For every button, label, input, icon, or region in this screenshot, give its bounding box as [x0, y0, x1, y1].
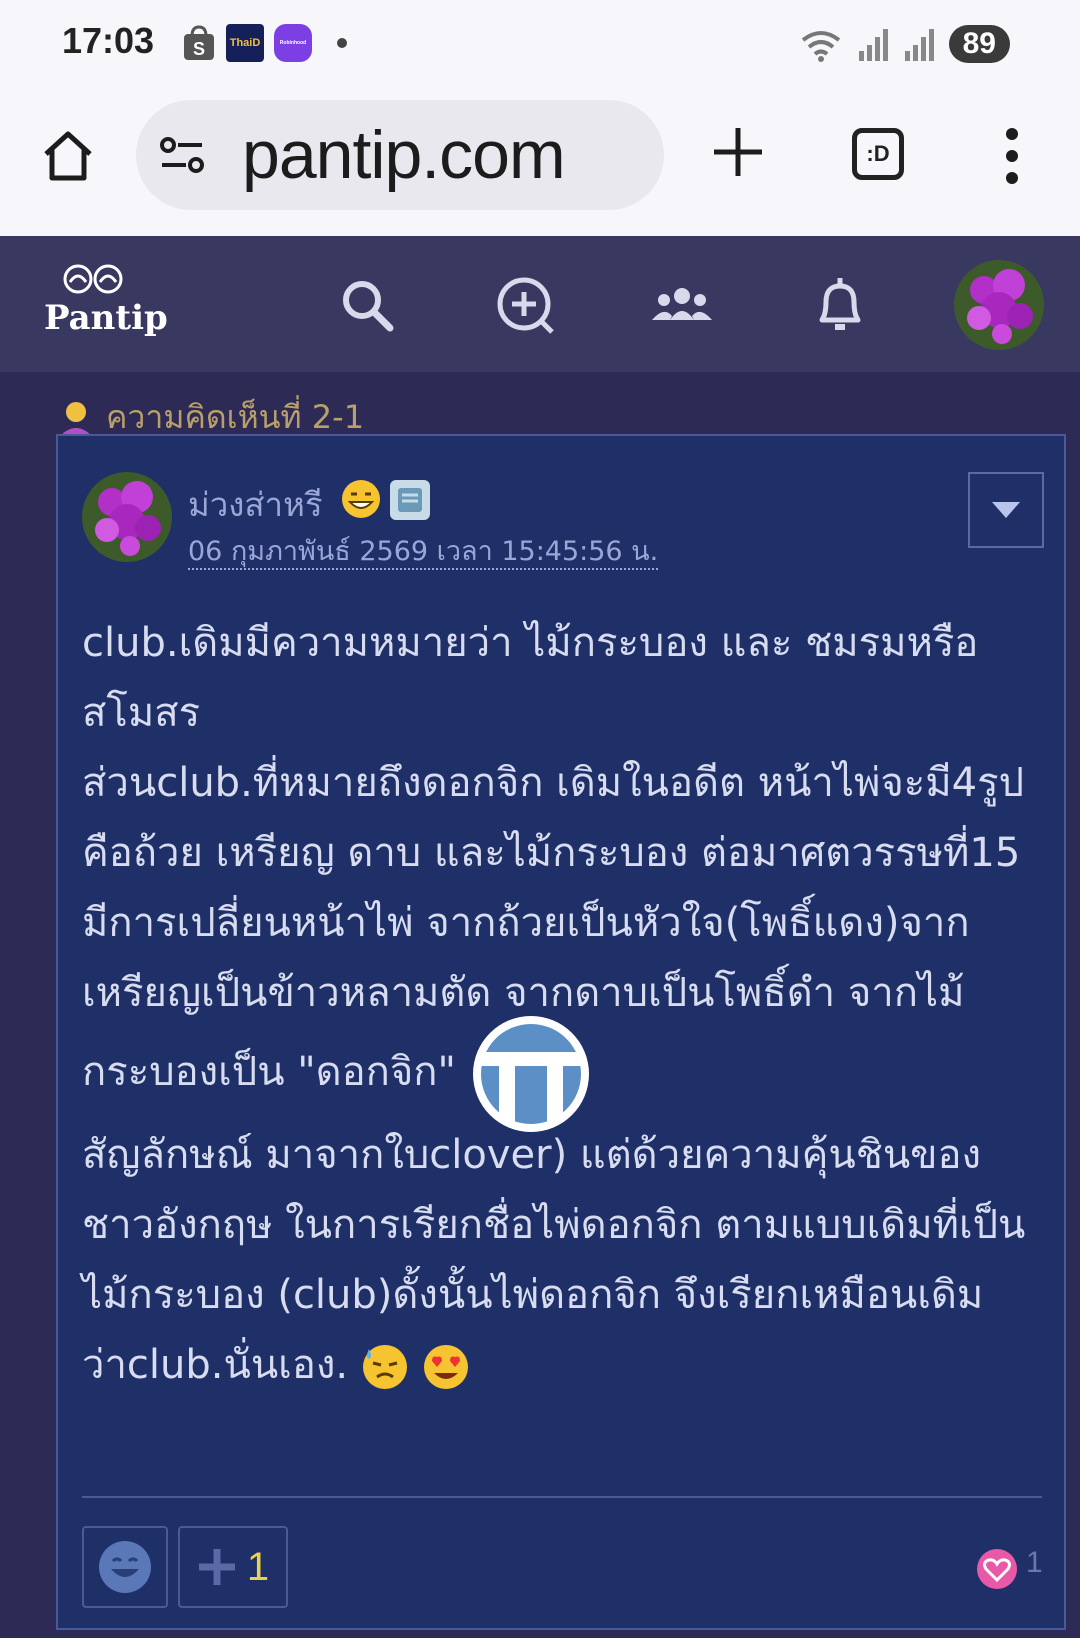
tab-switcher-button[interactable]: :D — [852, 128, 904, 180]
new-topic-icon[interactable] — [494, 274, 558, 338]
chevron-down-icon — [992, 502, 1020, 518]
browser-toolbar: pantip.com :D — [0, 88, 1080, 236]
search-icon[interactable] — [336, 274, 400, 338]
member-badge-icon — [390, 480, 430, 520]
smile-icon — [99, 1541, 151, 1593]
url-text[interactable]: pantip.com — [242, 116, 566, 194]
shopee-icon: S — [184, 25, 214, 60]
notification-icon[interactable] — [808, 274, 872, 338]
author-name[interactable]: ม่วงส่าหรี — [188, 478, 323, 531]
profile-avatar[interactable] — [954, 260, 1044, 350]
status-bar: 17:03 S ThaiD Robinhood 89 — [0, 0, 1080, 88]
community-icon[interactable] — [650, 274, 714, 338]
signal-icon-2 — [904, 29, 934, 61]
person-emoji-icon — [60, 401, 92, 436]
heart-eyes-emoji-icon — [423, 1345, 468, 1389]
home-icon[interactable] — [40, 128, 96, 184]
heart-icon[interactable] — [976, 1548, 1018, 1590]
address-bar[interactable]: pantip.com — [136, 100, 664, 210]
svg-text:S: S — [193, 39, 205, 59]
pantip-glasses-icon — [63, 264, 123, 294]
grin-emoji-icon — [342, 480, 380, 518]
heart-count: 1 — [1026, 1546, 1043, 1579]
post-options-dropdown[interactable] — [968, 472, 1044, 548]
site-settings-icon[interactable] — [158, 131, 206, 179]
new-tab-icon[interactable] — [710, 124, 766, 180]
notification-dot — [337, 38, 347, 48]
pantip-logo[interactable]: Pantip — [44, 262, 168, 352]
sad-sweat-emoji-icon — [362, 1345, 407, 1389]
thaid-icon: ThaiD — [226, 24, 264, 62]
emotion-button[interactable] — [82, 1526, 168, 1608]
more-menu-icon[interactable] — [1000, 126, 1024, 186]
wifi-icon — [801, 31, 840, 62]
pantip-navbar: Pantip — [0, 236, 1080, 372]
crying-emoji-icon — [472, 1016, 589, 1132]
author-avatar[interactable] — [82, 472, 172, 562]
signal-icon — [858, 29, 888, 61]
post-body: club.เดิมมีความหมายว่า ไม้กระบอง และ ชมร… — [82, 608, 1042, 1400]
post-paragraph: ส่วนclub.ที่หมายถึงดอกจิก เดิมในอดีต หน้… — [82, 748, 1042, 1132]
robinhood-icon: Robinhood — [274, 24, 312, 62]
plus-count: 1 — [246, 1544, 270, 1589]
post-date[interactable]: 06 กุมภาพันธ์ 2569 เวลา 15:45:56 น. — [188, 536, 659, 570]
post-paragraph: สัญลักษณ์ มาจากใบclover) แต่ด้วยความคุ้น… — [82, 1120, 1042, 1400]
post-paragraph: club.เดิมมีความหมายว่า ไม้กระบอง และ ชมร… — [82, 620, 979, 736]
comment-card: ม่วงส่าหรี 06 กุมภาพันธ์ 2569 เวลา 15:45… — [56, 434, 1066, 1630]
battery-indicator: 89 — [948, 25, 1010, 63]
user-badges — [340, 478, 432, 522]
plus-icon — [198, 1549, 235, 1585]
status-time: 17:03 — [62, 20, 155, 61]
plus-vote-button[interactable]: 1 — [178, 1526, 288, 1608]
footer-divider — [82, 1496, 1042, 1498]
